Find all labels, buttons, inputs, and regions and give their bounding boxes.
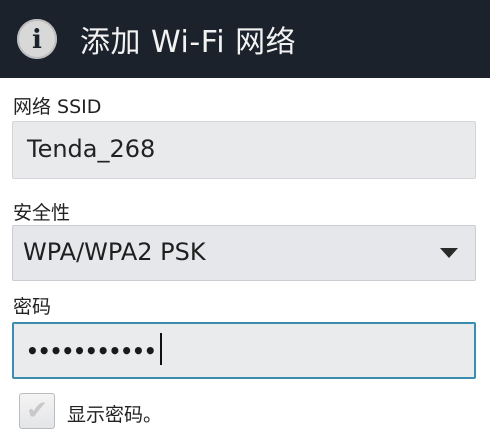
security-label: 安全性 [13, 202, 71, 224]
text-cursor [159, 332, 162, 365]
password-input[interactable]: ••••••••••• [12, 322, 476, 379]
checkmark-icon: ✔ [26, 396, 48, 426]
ssid-input[interactable]: Tenda_268 [12, 121, 476, 179]
show-password-checkbox[interactable]: ✔ [19, 393, 55, 429]
dialog-title-bar: i 添加 Wi-Fi 网络 [0, 0, 490, 78]
ssid-value: Tenda_268 [27, 135, 156, 163]
info-icon-glyph: i [32, 24, 42, 55]
password-label: 密码 [13, 296, 52, 318]
password-dots: ••••••••••• [26, 339, 157, 363]
password-value: ••••••••••• [26, 332, 162, 365]
ssid-label: 网络 SSID [13, 96, 102, 118]
add-wifi-dialog: i 添加 Wi-Fi 网络 网络 SSID Tenda_268 安全性 WPA/… [0, 0, 490, 439]
triangle-down-icon [440, 248, 458, 258]
security-select[interactable]: WPA/WPA2 PSK [12, 225, 476, 281]
info-icon: i [17, 19, 57, 59]
security-selected-value: WPA/WPA2 PSK [23, 238, 206, 266]
dialog-title: 添加 Wi-Fi 网络 [80, 25, 297, 60]
show-password-label[interactable]: 显示密码。 [67, 400, 162, 427]
